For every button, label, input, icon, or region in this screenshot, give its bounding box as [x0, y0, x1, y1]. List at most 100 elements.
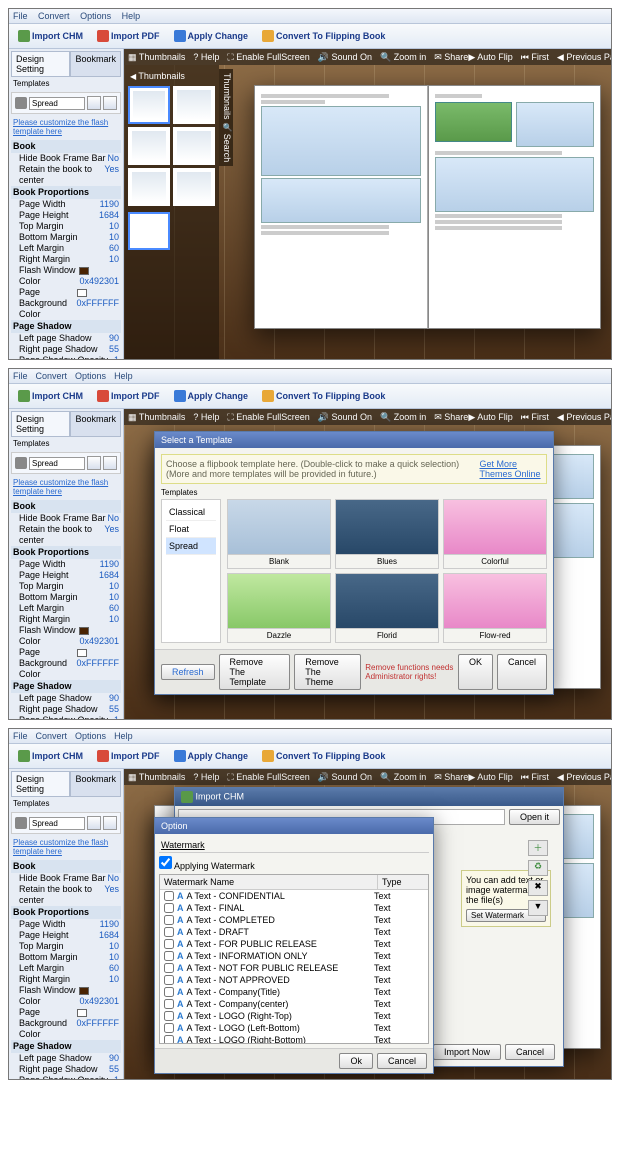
- menu-convert[interactable]: Convert: [38, 11, 70, 21]
- page-right: [428, 85, 602, 329]
- applying-watermark-checkbox[interactable]: [159, 856, 172, 869]
- watermark-item[interactable]: AA Text - LOGO (Right-Bottom)Text: [160, 1034, 428, 1044]
- watermark-tab[interactable]: Watermark: [161, 840, 205, 850]
- convert-icon: [262, 30, 274, 42]
- thumbnail-7[interactable]: [128, 212, 170, 250]
- thumbnail-3[interactable]: [128, 127, 170, 165]
- save-template-button[interactable]: [87, 96, 101, 110]
- fullscreen-button[interactable]: ⛶ Enable FullScreen: [227, 52, 309, 63]
- more-themes-link[interactable]: Get More Themes Online: [480, 459, 542, 479]
- zoom-button[interactable]: 🔍 Zoom in: [380, 52, 426, 63]
- watermark-item[interactable]: AA Text - NOT FOR PUBLIC RELEASEText: [160, 962, 428, 974]
- watermark-item[interactable]: AA Text - LOGO (Right-Top)Text: [160, 1010, 428, 1022]
- watermark-item[interactable]: AA Text - CONFIDENTIALText: [160, 890, 428, 902]
- tpl-colorful[interactable]: Colorful: [443, 499, 547, 569]
- tpl-blues[interactable]: Blues: [335, 499, 439, 569]
- recycle-icon[interactable]: ♻: [528, 860, 548, 876]
- tab-bookmark[interactable]: Bookmark: [70, 51, 121, 77]
- tpl-blank[interactable]: Blank: [227, 499, 331, 569]
- watermark-item[interactable]: AA Text - FINALText: [160, 902, 428, 914]
- watermark-item[interactable]: AA Text - COMPLETEDText: [160, 914, 428, 926]
- sound-button[interactable]: 🔊 Sound On: [318, 52, 372, 63]
- watermark-list[interactable]: Watermark NameType AA Text - CONFIDENTIA…: [159, 874, 429, 1044]
- menu-options[interactable]: Options: [80, 11, 111, 21]
- thumbnail-6[interactable]: [173, 168, 215, 206]
- cat-float[interactable]: Float: [166, 521, 216, 538]
- autoflip-button[interactable]: ▶ Auto Flip: [468, 52, 512, 63]
- watermark-item[interactable]: AA Text - Company(center)Text: [160, 998, 428, 1010]
- toolbar: Import CHM Import PDF Apply Change Conve…: [9, 24, 611, 49]
- select-template-dialog: Select a Template Choose a flipbook temp…: [154, 431, 554, 695]
- thumbnail-4[interactable]: [173, 127, 215, 165]
- menu-file[interactable]: File: [13, 11, 28, 21]
- cancel-button[interactable]: Cancel: [377, 1053, 427, 1069]
- screenshot-2: FileConvertOptionsHelp Import CHM Import…: [8, 368, 612, 720]
- dialog-title: Select a Template: [155, 432, 553, 448]
- ok-button[interactable]: Ok: [339, 1053, 373, 1069]
- thumbnail-5[interactable]: [128, 168, 170, 206]
- apply-change-button[interactable]: Apply Change: [169, 27, 254, 45]
- watermark-item[interactable]: AA Text - NOT APPROVEDText: [160, 974, 428, 986]
- convert-button[interactable]: Convert To Flipping Book: [257, 27, 390, 45]
- pdf-icon: [97, 30, 109, 42]
- thumbnail-1[interactable]: [128, 86, 170, 124]
- down-icon[interactable]: ▼: [528, 900, 548, 916]
- cancel-button[interactable]: Cancel: [497, 654, 547, 690]
- remove-template-button[interactable]: Remove The Template: [219, 654, 291, 690]
- open-template-button[interactable]: [103, 96, 117, 110]
- menu-help[interactable]: Help: [122, 11, 141, 21]
- watermark-item[interactable]: AA Text - DRAFTText: [160, 926, 428, 938]
- dialog-title: Import CHM: [175, 788, 563, 806]
- cancel-button[interactable]: Cancel: [505, 1044, 555, 1060]
- first-page-button[interactable]: ⏮ First: [521, 52, 549, 63]
- import-pdf-button[interactable]: Import PDF: [92, 27, 165, 45]
- clear-icon[interactable]: ✖: [528, 880, 548, 896]
- prev-page-button[interactable]: ◀ Previous Page: [557, 52, 611, 63]
- template-category-list: Classical Float Spread: [161, 499, 221, 643]
- screenshot-1: File Convert Options Help Import CHM Imp…: [8, 8, 612, 360]
- option-title: Option: [155, 818, 433, 834]
- flipbook[interactable]: [254, 85, 601, 329]
- ok-button[interactable]: OK: [458, 654, 493, 690]
- refresh-icon: [174, 30, 186, 42]
- watermark-item[interactable]: AA Text - INFORMATION ONLYText: [160, 950, 428, 962]
- tab-design-setting[interactable]: Design Setting: [11, 51, 70, 77]
- import-chm-button[interactable]: Import CHM: [13, 27, 88, 45]
- add-icon[interactable]: ＋: [528, 840, 548, 856]
- main-area: Design Setting Bookmark Templates Spread…: [9, 49, 611, 359]
- template-dropdown[interactable]: Spread: [29, 97, 85, 110]
- template-grid: Blank Blues Colorful Dazzle Florid Flow-…: [227, 499, 547, 643]
- thumbnail-2[interactable]: [173, 86, 215, 124]
- import-icon: [18, 30, 30, 42]
- admin-warning: Remove functions needs Administrator rig…: [365, 663, 454, 681]
- import-now-button[interactable]: Import Now: [433, 1044, 501, 1060]
- import-pdf-button[interactable]: Import PDF: [92, 387, 165, 405]
- refresh-button[interactable]: Refresh: [161, 664, 215, 680]
- open-it-button[interactable]: Open it: [509, 809, 560, 825]
- dialog-info: Choose a flipbook template here. (Double…: [161, 454, 547, 484]
- side-tab-thumbnails[interactable]: Thumbnails 🔍 Search: [219, 69, 233, 166]
- cat-classical[interactable]: Classical: [166, 504, 216, 521]
- thumbnails-label: ◀ Thumbnails: [128, 69, 215, 83]
- tpl-dazzle[interactable]: Dazzle: [227, 573, 331, 643]
- option-dialog: Option Watermark Applying Watermark Wate…: [154, 817, 434, 1074]
- watermark-item[interactable]: AA Text - LOGO (Left-Bottom)Text: [160, 1022, 428, 1034]
- cat-spread[interactable]: Spread: [166, 538, 216, 555]
- import-chm-button[interactable]: Import CHM: [13, 387, 88, 405]
- tpl-flowred[interactable]: Flow-red: [443, 573, 547, 643]
- settings-tree[interactable]: Book Hide Book Frame BarNo Retain the bo…: [11, 140, 121, 359]
- screenshot-3: FileConvertOptionsHelp Import CHM Import…: [8, 728, 612, 1080]
- share-button[interactable]: ✉ Share: [434, 52, 468, 63]
- page-left: [254, 85, 428, 329]
- customize-link[interactable]: Please customize the flash template here: [11, 116, 121, 138]
- apply-change-button[interactable]: Apply Change: [169, 387, 254, 405]
- menubar: File Convert Options Help: [9, 9, 611, 24]
- tpl-florid[interactable]: Florid: [335, 573, 439, 643]
- watermark-item[interactable]: AA Text - Company(Title)Text: [160, 986, 428, 998]
- remove-theme-button[interactable]: Remove The Theme: [294, 654, 361, 690]
- side-actions: ＋ ♻ ✖ ▼: [517, 840, 559, 916]
- convert-button[interactable]: Convert To Flipping Book: [257, 387, 390, 405]
- help-button[interactable]: ? Help: [193, 52, 219, 62]
- thumbnails-toggle[interactable]: ▦ Thumbnails: [128, 52, 185, 63]
- watermark-item[interactable]: AA Text - FOR PUBLIC RELEASEText: [160, 938, 428, 950]
